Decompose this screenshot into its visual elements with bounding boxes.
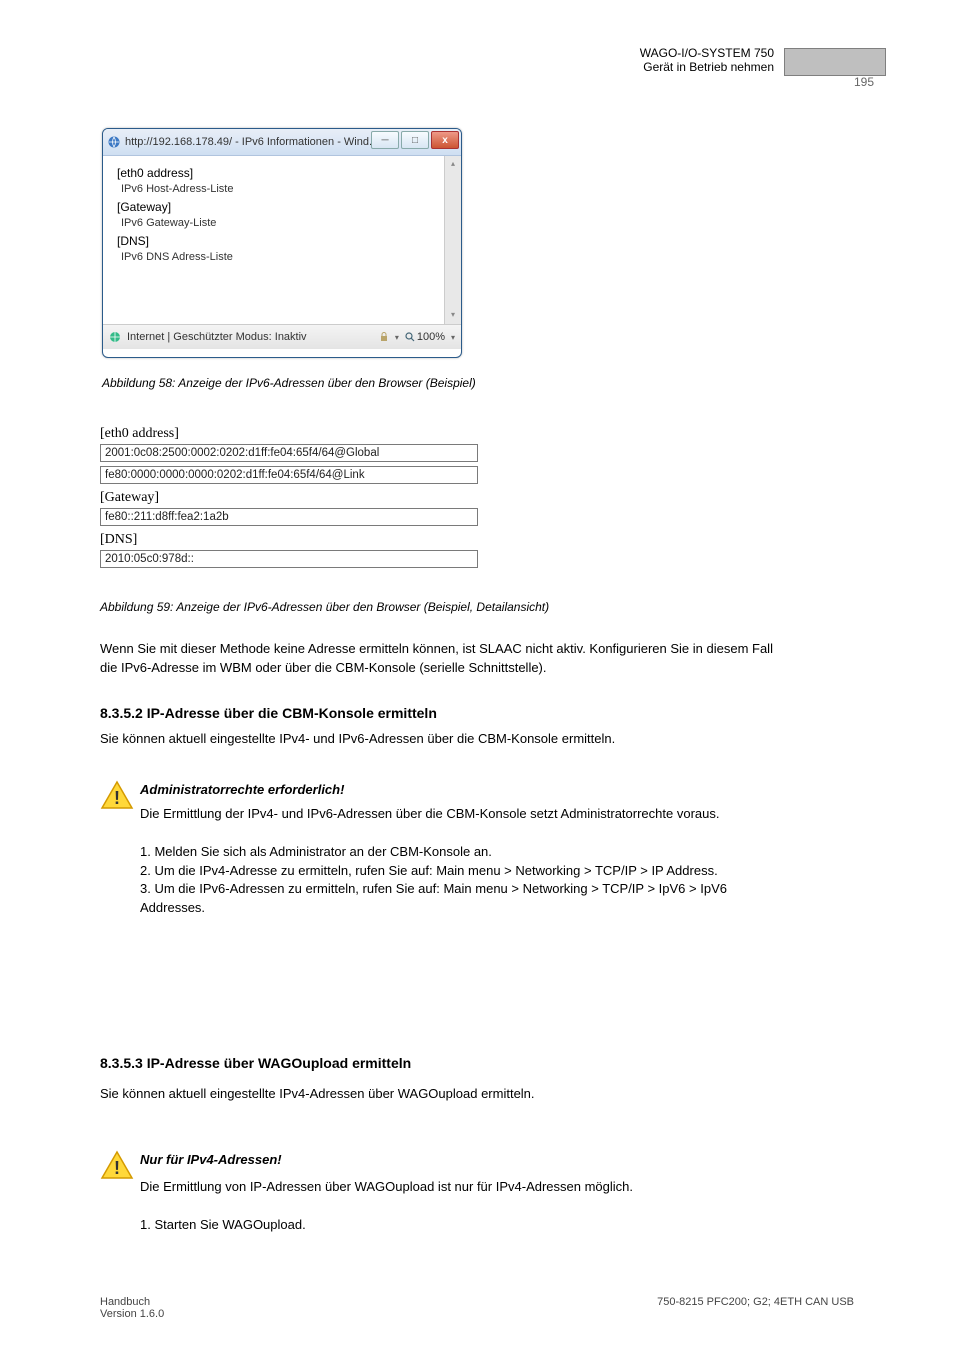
detail-eth0-header: [eth0 address] [100, 426, 478, 442]
dns-header: [DNS] [117, 234, 453, 248]
section-8-3-5-3-title: 8.3.5.3 IP-Adresse über WAGOupload ermit… [100, 1055, 411, 1071]
lock-icon[interactable] [379, 332, 389, 342]
svg-text:!: ! [114, 1158, 120, 1178]
warning1-body: Die Ermittlung der IPv4- und IPv6-Adress… [140, 805, 780, 918]
dropdown-icon[interactable]: ▾ [395, 333, 399, 342]
minimize-button[interactable]: ─ [371, 131, 399, 149]
footer-right: 750-8215 PFC200; G2; 4ETH CAN USB [657, 1296, 854, 1320]
section-8-3-5-2-title: 8.3.5.2 IP-Adresse über die CBM-Konsole … [100, 705, 437, 721]
close-button[interactable]: x [431, 131, 459, 149]
window-buttons: ─ □ x [371, 131, 459, 149]
scroll-up-icon[interactable]: ▴ [446, 157, 460, 171]
figure-caption-58: Abbildung 58: Anzeige der IPv6-Adressen … [102, 376, 476, 390]
svg-text:!: ! [114, 788, 120, 808]
warning-icon: ! [100, 1150, 134, 1180]
ie-statusbar: Internet | Geschützter Modus: Inaktiv ▾ … [103, 324, 461, 349]
warning2-body: Die Ermittlung von IP-Adressen über WAGO… [140, 1178, 780, 1235]
page-tab [784, 48, 886, 76]
paragraph-slaac: Wenn Sie mit dieser Methode keine Adress… [100, 640, 780, 678]
ie-favicon-icon [107, 135, 121, 149]
eth0-header: [eth0 address] [117, 166, 453, 180]
maximize-button[interactable]: □ [401, 131, 429, 149]
header-line1: WAGO-I/O-SYSTEM 750 [640, 46, 774, 60]
globe-icon [109, 331, 121, 343]
paragraph-cbm-intro: Sie können aktuell eingestellte IPv4- un… [100, 730, 780, 749]
page-footer: Handbuch Version 1.6.0 750-8215 PFC200; … [100, 1296, 854, 1320]
ie-window-screenshot: http://192.168.178.49/ - IPv6 Informatio… [102, 128, 462, 358]
ie-titlebar: http://192.168.178.49/ - IPv6 Informatio… [103, 129, 461, 156]
page-header: WAGO-I/O-SYSTEM 750 Gerät in Betrieb neh… [640, 46, 774, 74]
detail-dns-value: 2010:05c0:978d:: [100, 550, 478, 568]
detail-gateway-header: [Gateway] [100, 490, 478, 506]
paragraph-wagoupload-intro: Sie können aktuell eingestellte IPv4-Adr… [100, 1085, 780, 1104]
zoom-dropdown-icon[interactable]: ▾ [451, 333, 455, 342]
zoom-icon [405, 332, 415, 342]
eth0-desc: IPv6 Host-Adress-Liste [121, 183, 453, 195]
ipv6-detail-block: [eth0 address] 2001:0c08:2500:0002:0202:… [100, 420, 478, 572]
warning-icon: ! [100, 780, 134, 810]
detail-gateway-value: fe80::211:d8ff:fea2:1a2b [100, 508, 478, 526]
scrollbar[interactable]: ▴ ▾ [444, 156, 461, 324]
detail-eth0-link: fe80:0000:0000:0000:0202:d1ff:fe04:65f4/… [100, 466, 478, 484]
dns-desc: IPv6 DNS Adress-Liste [121, 251, 453, 263]
gateway-header: [Gateway] [117, 200, 453, 214]
detail-eth0-global: 2001:0c08:2500:0002:0202:d1ff:fe04:65f4/… [100, 444, 478, 462]
zoom-readout[interactable]: 100% [405, 331, 445, 343]
warning2-title: Nur für IPv4-Adressen! [140, 1152, 282, 1167]
figure-caption-59: Abbildung 59: Anzeige der IPv6-Adressen … [100, 600, 549, 614]
ie-title-text: http://192.168.178.49/ - IPv6 Informatio… [125, 136, 378, 148]
page-number: 195 [854, 75, 874, 89]
ie-content: [eth0 address] IPv6 Host-Adress-Liste [G… [103, 156, 461, 324]
warning1-title: Administratorrechte erforderlich! [140, 782, 344, 797]
header-line2: Gerät in Betrieb nehmen [640, 60, 774, 74]
footer-left: Handbuch Version 1.6.0 [100, 1296, 164, 1320]
status-text: Internet | Geschützter Modus: Inaktiv [127, 331, 307, 343]
scroll-down-icon[interactable]: ▾ [446, 308, 460, 322]
gateway-desc: IPv6 Gateway-Liste [121, 217, 453, 229]
zoom-value: 100% [417, 331, 445, 343]
detail-dns-header: [DNS] [100, 532, 478, 548]
